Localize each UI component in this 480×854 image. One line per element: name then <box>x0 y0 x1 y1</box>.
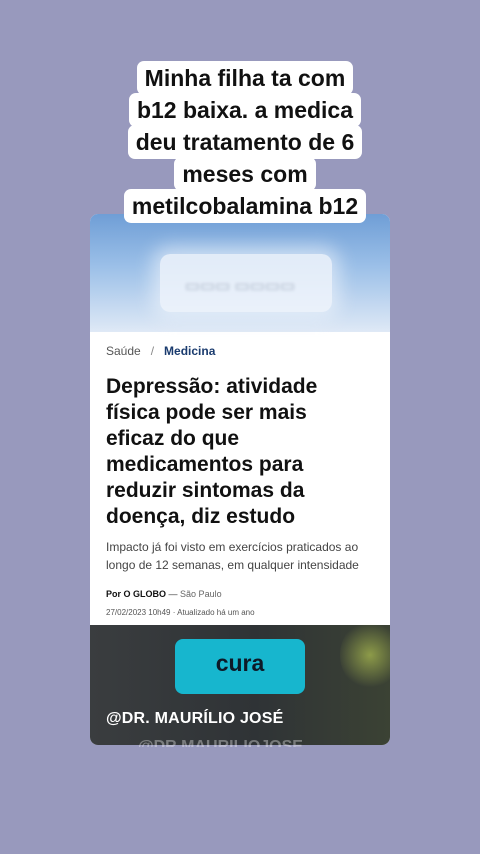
breadcrumb-separator: / <box>150 344 155 358</box>
breadcrumb-section[interactable]: Saúde <box>106 344 141 358</box>
caption-line: deu tratamento de 6 <box>127 125 363 159</box>
caption-line: meses com <box>174 157 316 191</box>
byline-author: Por O GLOBO <box>106 589 167 599</box>
green-glow <box>340 620 390 690</box>
breadcrumb-current[interactable]: Medicina <box>164 344 215 358</box>
article-byline: Por O GLOBO — São Paulo <box>106 589 222 599</box>
cura-sticker-button[interactable]: cura <box>175 639 305 694</box>
watermark-handle: @DR. MAURÍLIO JOSÉ <box>106 710 284 727</box>
byline-dash: — <box>168 589 178 599</box>
watermark-handle-echo: @DR.MAURILIOJOSE <box>138 739 348 747</box>
article-headline: Depressão: atividade física pode ser mai… <box>106 375 318 528</box>
article-subhead: Impacto já foi visto em exercícios prati… <box>106 540 359 572</box>
byline-city: São Paulo <box>180 589 222 599</box>
caption-overlay: Minha filha ta com b12 baixa. a medica d… <box>102 61 388 223</box>
breadcrumb: Saúde / Medicina <box>106 344 215 358</box>
blurred-banner-text: ▭▭▭ ▭▭▭▭ <box>184 278 296 295</box>
article-dateline: 27/02/2023 10h49 · Atualizado há um ano <box>106 608 255 617</box>
caption-line: b12 baixa. a medica <box>128 93 362 127</box>
caption-line: Minha filha ta com <box>136 61 354 95</box>
caption-line: metilcobalamina b12 <box>123 189 367 223</box>
blurred-header-image: ▭▭▭ ▭▭▭▭ <box>90 214 390 332</box>
